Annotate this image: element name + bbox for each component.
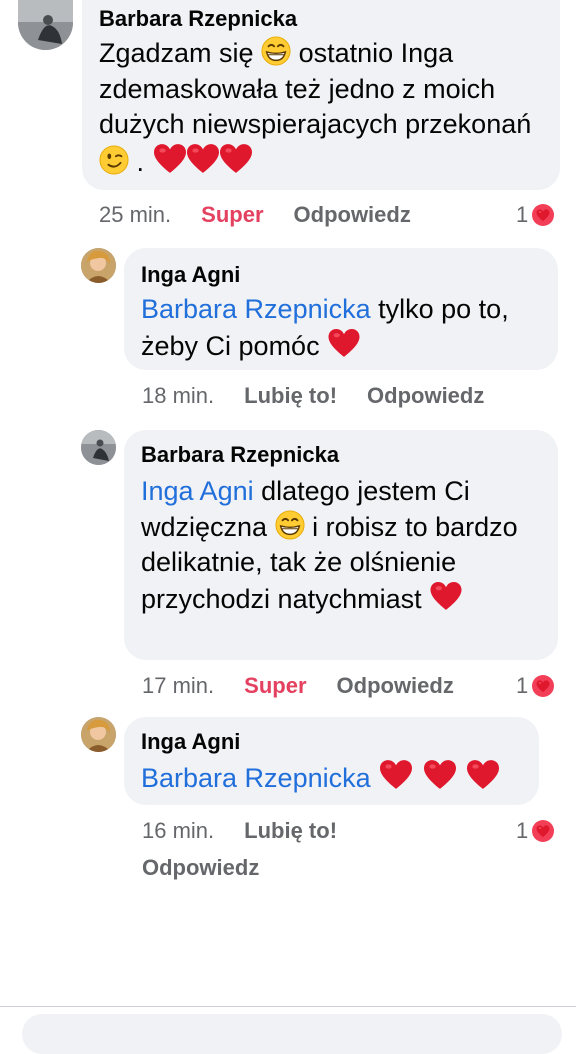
comment-text: Barbara Rzepnicka tylko po to, żeby Ci p…: [141, 294, 509, 361]
comment-author[interactable]: Barbara Rzepnicka: [99, 6, 542, 32]
comment-time[interactable]: 18 min.: [142, 383, 214, 409]
comment-meta: 17 min. Super Odpowiedz: [142, 673, 454, 699]
comment-time[interactable]: 25 min.: [99, 202, 171, 228]
reaction-super-button[interactable]: Super: [201, 202, 263, 228]
avatar-photo-icon: [81, 430, 116, 465]
reply-meta: Odpowiedz: [142, 855, 259, 881]
comment-text: Inga Agni dlatego jestem Ci wdzięczna i …: [141, 476, 518, 614]
comment-bubble[interactable]: Inga Agni Barbara Rzepnicka: [124, 717, 539, 805]
reply-button[interactable]: Odpowiedz: [142, 855, 259, 881]
avatar-inga[interactable]: [81, 717, 116, 752]
comment-meta: 25 min. Super Odpowiedz: [99, 202, 411, 228]
heart-icon: [378, 759, 414, 791]
avatar-barbara[interactable]: [18, 0, 73, 50]
reaction-super-button[interactable]: Super: [244, 673, 306, 699]
comment-text: Barbara Rzepnicka: [141, 759, 523, 797]
comment-meta: 16 min. Lubię to!: [142, 818, 337, 844]
mention-link[interactable]: Inga Agni: [141, 476, 254, 506]
comment-time[interactable]: 17 min.: [142, 673, 214, 699]
comment-author[interactable]: Barbara Rzepnicka: [141, 442, 542, 468]
like-button[interactable]: Lubię to!: [244, 818, 337, 844]
grinning-face-icon: [261, 36, 291, 66]
comment-author[interactable]: Inga Agni: [141, 262, 542, 288]
divider: [0, 1006, 576, 1007]
comment-meta: 18 min. Lubię to! Odpowiedz: [142, 383, 484, 409]
comment-author[interactable]: Inga Agni: [141, 729, 523, 755]
reaction-count[interactable]: 1: [516, 673, 555, 699]
comment-bubble[interactable]: Barbara Rzepnicka Zgadzam się ostatnio I…: [82, 0, 560, 190]
avatar-photo-icon: [18, 0, 73, 50]
comment-input[interactable]: [22, 1014, 562, 1054]
heart-icon: [422, 759, 458, 791]
reply-button[interactable]: Odpowiedz: [337, 673, 454, 699]
grinning-face-icon: [275, 510, 305, 540]
mention-link[interactable]: Barbara Rzepnicka: [141, 763, 371, 793]
heart-icon: [532, 204, 555, 226]
reply-button[interactable]: Odpowiedz: [294, 202, 411, 228]
avatar-photo-icon: [81, 717, 116, 752]
heart-icon: [429, 581, 463, 612]
avatar-photo-icon: [81, 248, 116, 283]
comment-time[interactable]: 16 min.: [142, 818, 214, 844]
heart-icon: [327, 328, 361, 359]
heart-icon: [532, 675, 555, 697]
comment-bubble[interactable]: Barbara Rzepnicka Inga Agni dlatego jest…: [124, 430, 558, 660]
avatar-barbara[interactable]: [81, 430, 116, 465]
avatar-inga[interactable]: [81, 248, 116, 283]
reaction-count[interactable]: 1: [516, 202, 555, 228]
reply-button[interactable]: Odpowiedz: [367, 383, 484, 409]
mention-link[interactable]: Barbara Rzepnicka: [141, 294, 371, 324]
comment-bubble[interactable]: Inga Agni Barbara Rzepnicka tylko po to,…: [124, 248, 558, 370]
heart-icon: [185, 143, 221, 175]
like-button[interactable]: Lubię to!: [244, 383, 337, 409]
heart-icon: [152, 143, 188, 175]
heart-icon: [218, 143, 254, 175]
heart-icon: [465, 759, 501, 791]
winking-face-icon: [99, 145, 129, 175]
reaction-count[interactable]: 1: [516, 818, 555, 844]
comment-text: Zgadzam się ostatnio Inga zdemaskowała t…: [99, 36, 532, 177]
heart-icon: [532, 820, 555, 842]
